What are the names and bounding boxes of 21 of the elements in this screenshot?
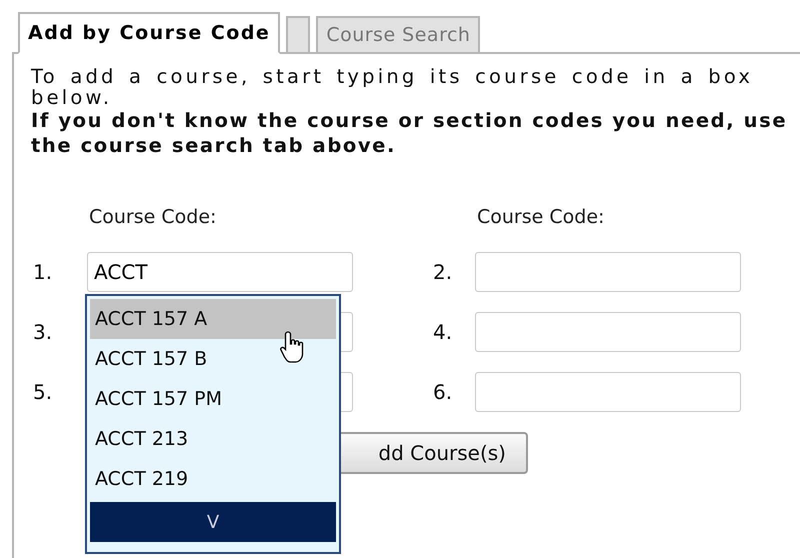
suggestion-item[interactable]: ACCT 157 B (90, 339, 336, 379)
field-number: 2. (432, 260, 454, 284)
course-code-field[interactable]: ACCT (87, 252, 353, 292)
field-number: 4. (432, 320, 454, 344)
more-button[interactable]: V (90, 502, 336, 542)
suggestion-item[interactable]: ACCT 157 A (90, 299, 336, 339)
instruction-text: To add a course, start typing its course code in a box below. (31, 66, 754, 108)
field-number: 3. (32, 320, 54, 344)
column-header: Course Code: (476, 206, 606, 230)
suggestion-item[interactable]: ACCT 157 PM (90, 379, 336, 419)
course-code-field[interactable] (475, 252, 741, 292)
hand-pointer-icon (280, 330, 306, 364)
instruction-note: If you don't know the course or section codes you need, use the course search tab above. (31, 108, 788, 158)
column-header: Course Code: (88, 206, 218, 230)
field-number: 1. (32, 260, 54, 284)
blank-tab[interactable] (286, 16, 310, 52)
field-number: 6. (432, 380, 454, 404)
course-code-field[interactable] (475, 372, 741, 412)
course-code-field[interactable] (475, 312, 741, 352)
tab[interactable]: Add by Course Code (18, 12, 280, 54)
field-number: 5. (32, 380, 54, 404)
